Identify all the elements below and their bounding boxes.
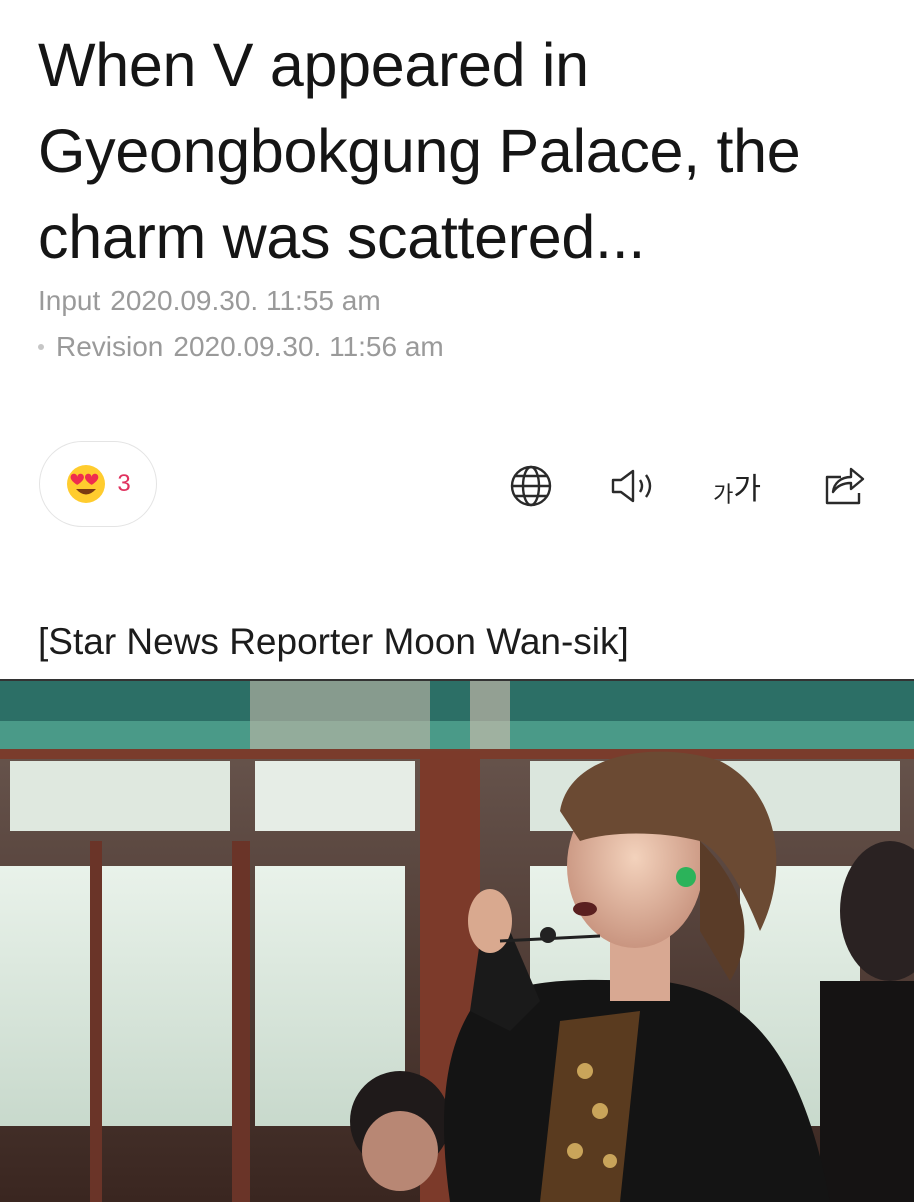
reaction-button[interactable]: 3	[39, 441, 157, 527]
separator-dot	[38, 343, 44, 350]
speaker-icon	[611, 469, 652, 503]
font-size-icon: 가가	[713, 473, 761, 507]
revision-timestamp: Revision 2020.09.30. 11:56 am	[38, 330, 444, 364]
article-title: When V appeared in Gyeongbokgung Palace,…	[38, 22, 888, 280]
input-timestamp: Input 2020.09.30. 11:55 am	[38, 284, 381, 318]
title-line-1: When V appeared in	[38, 31, 589, 99]
input-time: 2020.09.30. 11:55 am	[110, 285, 381, 316]
font-size-button[interactable]: 가가	[706, 462, 768, 510]
article-photo	[0, 679, 914, 1202]
byline: [Star News Reporter Moon Wan-sik]	[38, 621, 629, 662]
globe-icon	[510, 465, 552, 507]
reaction-count: 3	[117, 470, 131, 497]
revision-time: 2020.09.30. 11:56 am	[173, 331, 444, 362]
revision-label: Revision	[56, 331, 164, 362]
listen-button[interactable]	[606, 462, 662, 510]
heart-eyes-emoji-icon	[67, 465, 106, 503]
input-label: Input	[38, 285, 101, 316]
title-line-3: charm was scattered...	[38, 203, 646, 271]
share-button[interactable]	[818, 462, 872, 510]
translate-button[interactable]	[506, 462, 556, 510]
share-icon	[825, 467, 865, 505]
title-line-2: Gyeongbokgung Palace, the	[38, 117, 801, 185]
